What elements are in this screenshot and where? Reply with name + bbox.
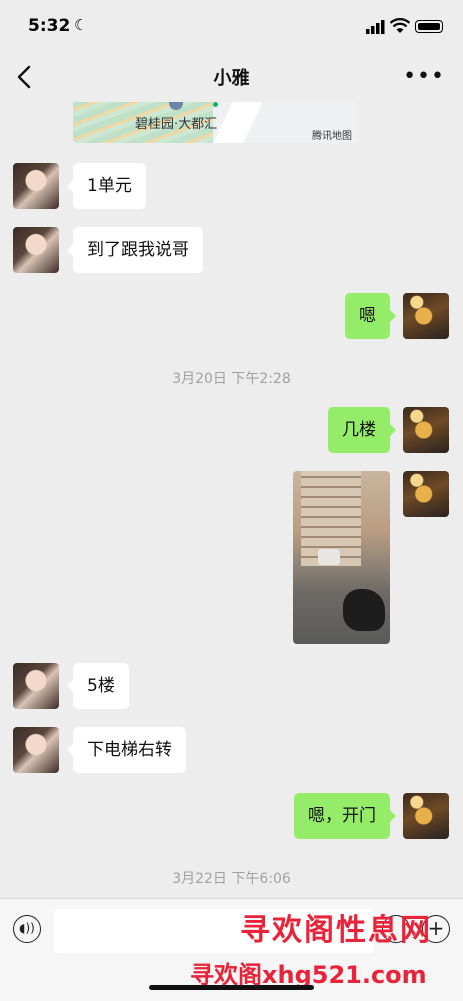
message-bubble-incoming[interactable]: 到了跟我说哥	[67, 227, 203, 273]
status-time: 5:32	[28, 16, 71, 36]
my-avatar[interactable]	[403, 793, 449, 839]
map-road	[213, 102, 263, 143]
map-dot	[213, 102, 218, 107]
status-bar: 5:32 ☾	[0, 0, 463, 50]
wifi-icon	[390, 18, 410, 33]
my-avatar[interactable]	[403, 471, 449, 517]
photo-bag	[343, 589, 385, 631]
contact-avatar[interactable]	[13, 227, 59, 273]
message-bubble-outgoing[interactable]: 嗯	[345, 293, 396, 339]
message-bubble-incoming[interactable]: 1单元	[67, 163, 146, 209]
photo-message[interactable]	[293, 471, 390, 644]
chat-header: 小雅 •••	[0, 50, 463, 102]
battery-icon	[415, 20, 443, 33]
timestamp: 3月20日 下午2:28	[172, 371, 291, 387]
my-avatar[interactable]	[403, 407, 449, 453]
message-bubble-outgoing[interactable]: 嗯，开门	[294, 793, 396, 839]
location-label: 碧桂园·大都汇	[135, 117, 218, 132]
voice-icon[interactable]: ◖))	[13, 915, 41, 943]
location-card[interactable]: 碧桂园·大都汇 腾讯地图	[73, 102, 358, 143]
message-bubble-outgoing[interactable]: 几楼	[328, 407, 396, 453]
contact-avatar[interactable]	[13, 727, 59, 773]
message-bubble-incoming[interactable]: 5楼	[67, 663, 129, 709]
contact-avatar[interactable]	[13, 163, 59, 209]
signal-icon	[366, 20, 385, 34]
contact-avatar[interactable]	[13, 663, 59, 709]
watermark-title: 寻欢阁性息网	[240, 913, 432, 948]
home-indicator[interactable]	[149, 985, 314, 990]
chat-title: 小雅	[213, 68, 250, 89]
more-options-icon[interactable]: •••	[403, 64, 445, 89]
timestamp: 3月22日 下午6:06	[172, 871, 291, 887]
photo-car	[318, 549, 340, 565]
message-bubble-incoming[interactable]: 下电梯右转	[67, 727, 186, 773]
map-provider-label: 腾讯地图	[312, 131, 352, 142]
moon-icon: ☾	[74, 16, 88, 34]
my-avatar[interactable]	[403, 293, 449, 339]
